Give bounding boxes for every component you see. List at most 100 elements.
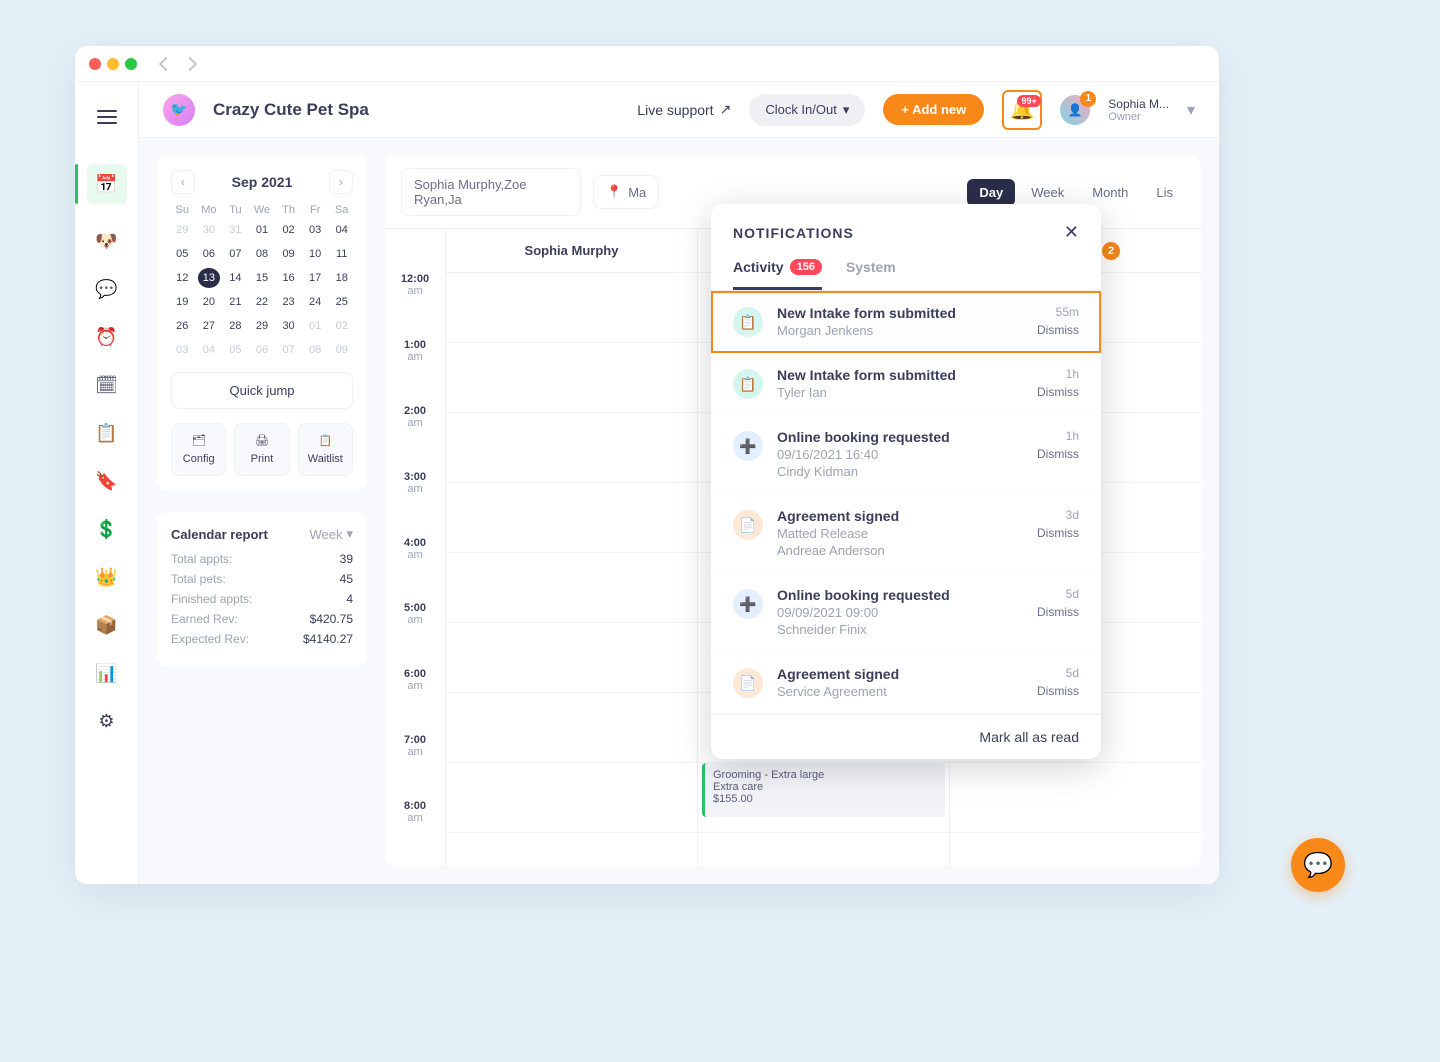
day-cell[interactable]: 14 (224, 268, 247, 288)
day-cell[interactable]: 27 (198, 316, 221, 336)
day-cell[interactable]: 31 (224, 220, 247, 240)
day-cell[interactable]: 29 (171, 220, 194, 240)
day-cell[interactable]: 04 (198, 340, 221, 360)
day-cell[interactable]: 24 (304, 292, 327, 312)
view-week[interactable]: Week (1019, 179, 1076, 206)
day-cell[interactable]: 18 (330, 268, 353, 288)
day-cell[interactable]: 19 (171, 292, 194, 312)
dismiss-button[interactable]: Dismiss (1037, 385, 1079, 399)
minimize-dot[interactable] (107, 58, 119, 70)
day-cell[interactable]: 03 (171, 340, 194, 360)
mark-all-read-button[interactable]: Mark all as read (711, 714, 1101, 759)
schedule-icon[interactable]: 🗓 (96, 374, 118, 396)
dismiss-button[interactable]: Dismiss (1037, 526, 1079, 540)
config-button[interactable]: 🗂Config (171, 423, 226, 476)
maximize-dot[interactable] (125, 58, 137, 70)
tab-activity[interactable]: Activity156 (733, 251, 822, 290)
report-period-select[interactable]: Week ▾ (309, 526, 353, 542)
inventory-icon[interactable]: 📦 (96, 614, 118, 636)
dismiss-button[interactable]: Dismiss (1037, 447, 1079, 461)
prev-month-button[interactable]: ‹ (171, 170, 195, 194)
day-cell[interactable]: 02 (277, 220, 300, 240)
forward-icon[interactable] (183, 56, 197, 70)
reports-icon[interactable]: 📊 (96, 662, 118, 684)
next-month-button[interactable]: › (329, 170, 353, 194)
day-cell[interactable]: 05 (171, 244, 194, 264)
day-cell[interactable]: 08 (251, 244, 274, 264)
day-cell[interactable]: 01 (304, 316, 327, 336)
avatar[interactable]: 👤1 (1060, 95, 1090, 125)
day-cell[interactable]: 07 (277, 340, 300, 360)
day-cell[interactable]: 07 (224, 244, 247, 264)
settings-icon[interactable]: ⚙ (96, 710, 118, 732)
add-new-button[interactable]: + Add new (883, 94, 984, 125)
day-cell[interactable]: 23 (277, 292, 300, 312)
notification-item[interactable]: 📋New Intake form submittedTyler Ian1hDis… (711, 353, 1101, 415)
day-cell[interactable]: 06 (251, 340, 274, 360)
close-dot[interactable] (89, 58, 101, 70)
user-info[interactable]: Sophia M... Owner (1108, 97, 1169, 123)
notification-item[interactable]: ➕Online booking requested09/16/2021 16:4… (711, 415, 1101, 494)
day-cell[interactable]: 04 (330, 220, 353, 240)
notification-item[interactable]: 📄Agreement signedMatted ReleaseAndreae A… (711, 494, 1101, 573)
print-button[interactable]: 🖨Print (234, 423, 289, 476)
clock-in-out-button[interactable]: Clock In/Out ▾ (749, 94, 865, 126)
view-day[interactable]: Day (967, 179, 1015, 206)
day-cell[interactable]: 09 (330, 340, 353, 360)
day-cell[interactable]: 21 (224, 292, 247, 312)
day-cell[interactable]: 20 (198, 292, 221, 312)
tab-system[interactable]: System (846, 251, 896, 290)
appointment-card[interactable]: Grooming - Extra largeExtra care$155.00 (702, 763, 945, 817)
live-support-link[interactable]: Live support ↗ (637, 101, 731, 118)
day-cell[interactable]: 11 (330, 244, 353, 264)
pets-icon[interactable]: 🐶 (96, 230, 118, 252)
view-lis[interactable]: Lis (1144, 179, 1185, 206)
day-cell[interactable]: 12 (171, 268, 194, 288)
day-cell[interactable]: 29 (251, 316, 274, 336)
day-cell[interactable]: 13 (198, 268, 221, 288)
staff-filter-input[interactable]: Sophia Murphy,Zoe Ryan,Ja (401, 168, 581, 216)
shop-icon[interactable]: 👑 (96, 566, 118, 588)
notifications-button[interactable]: 🔔99+ (1002, 90, 1042, 130)
back-icon[interactable] (159, 56, 173, 70)
close-icon[interactable]: ✕ (1064, 222, 1079, 243)
column-body[interactable] (446, 273, 697, 866)
day-cell[interactable]: 15 (251, 268, 274, 288)
day-cell[interactable]: 28 (224, 316, 247, 336)
tags-icon[interactable]: 🔖 (96, 470, 118, 492)
notification-item[interactable]: 📋New Intake form submittedMorgan Jenkens… (711, 291, 1101, 353)
day-cell[interactable]: 10 (304, 244, 327, 264)
dismiss-button[interactable]: Dismiss (1037, 605, 1079, 619)
day-cell[interactable]: 09 (277, 244, 300, 264)
day-cell[interactable]: 16 (277, 268, 300, 288)
dismiss-button[interactable]: Dismiss (1037, 684, 1079, 698)
notification-type-icon: 📄 (733, 668, 763, 698)
day-cell[interactable]: 22 (251, 292, 274, 312)
day-cell[interactable]: 30 (277, 316, 300, 336)
chat-fab[interactable]: 💬 (1291, 838, 1345, 892)
notifications-panel: NOTIFICATIONS ✕ Activity156 System 📋New … (711, 204, 1101, 759)
day-cell[interactable]: 01 (251, 220, 274, 240)
messages-icon[interactable]: 💬 (96, 278, 118, 300)
dismiss-button[interactable]: Dismiss (1037, 323, 1079, 337)
reminders-icon[interactable]: ⏰ (96, 326, 118, 348)
quick-jump-button[interactable]: Quick jump (171, 372, 353, 409)
day-cell[interactable]: 02 (330, 316, 353, 336)
calendar-icon[interactable]: 📅 (87, 164, 127, 204)
day-cell[interactable]: 17 (304, 268, 327, 288)
forms-icon[interactable]: 📋 (96, 422, 118, 444)
day-cell[interactable]: 05 (224, 340, 247, 360)
day-cell[interactable]: 26 (171, 316, 194, 336)
day-cell[interactable]: 25 (330, 292, 353, 312)
menu-icon[interactable] (97, 110, 117, 124)
day-cell[interactable]: 06 (198, 244, 221, 264)
day-cell[interactable]: 30 (198, 220, 221, 240)
day-cell[interactable]: 08 (304, 340, 327, 360)
notification-item[interactable]: ➕Online booking requested09/09/2021 09:0… (711, 573, 1101, 652)
revenue-icon[interactable]: 💲 (96, 518, 118, 540)
notification-item[interactable]: 📄Agreement signedService Agreement5dDism… (711, 652, 1101, 714)
match-filter[interactable]: 📍 Ma (593, 175, 659, 209)
waitlist-button[interactable]: 📋Waitlist (298, 423, 353, 476)
view-month[interactable]: Month (1080, 179, 1140, 206)
day-cell[interactable]: 03 (304, 220, 327, 240)
